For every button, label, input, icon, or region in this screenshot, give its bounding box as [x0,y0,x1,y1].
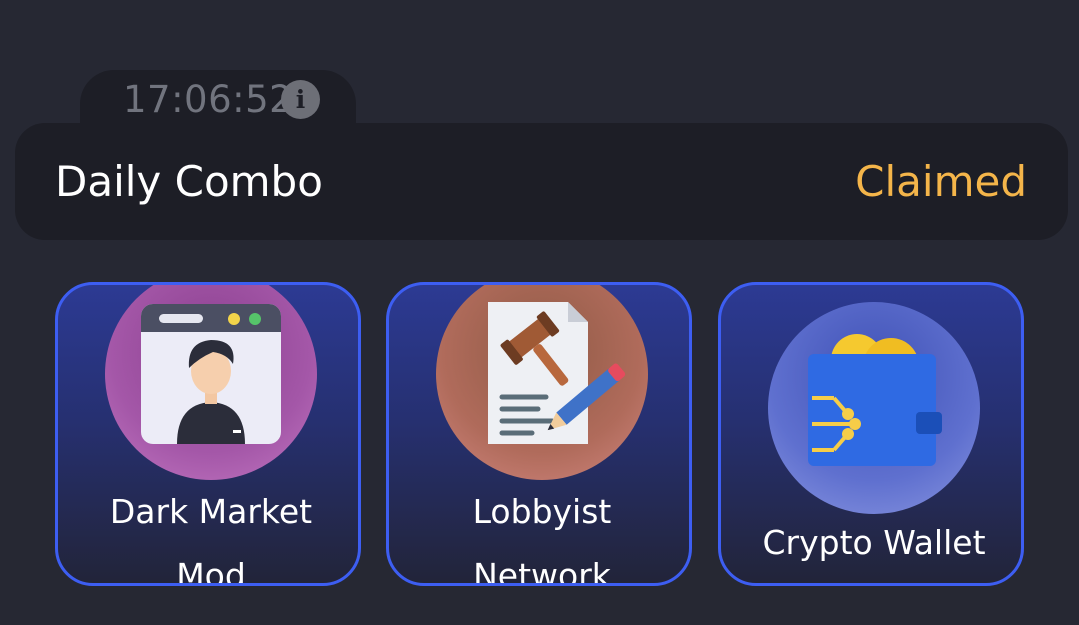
combo-card-dark-market-mod[interactable]: Dark Market Mod [55,282,361,586]
card-label: Lobbyist Network [472,492,612,586]
browser-user-icon [105,285,317,480]
combo-card-crypto-wallet[interactable]: Crypto Wallet [718,282,1024,586]
card-label: Dark Market Mod [109,492,313,586]
daily-combo-title: Daily Combo [55,157,323,206]
combo-card-lobbyist-network[interactable]: Lobbyist Network [386,282,692,586]
countdown-timer: 17:06:52 [123,78,294,121]
crypto-wallet-icon [768,302,980,514]
card-label: Crypto Wallet [762,523,986,562]
daily-combo-screen: 17:06:52 i Daily Combo Claimed Dark Mark… [0,0,1079,625]
combo-status-badge: Claimed [855,157,1027,206]
gavel-document-icon [436,285,648,480]
info-icon[interactable]: i [281,80,320,119]
